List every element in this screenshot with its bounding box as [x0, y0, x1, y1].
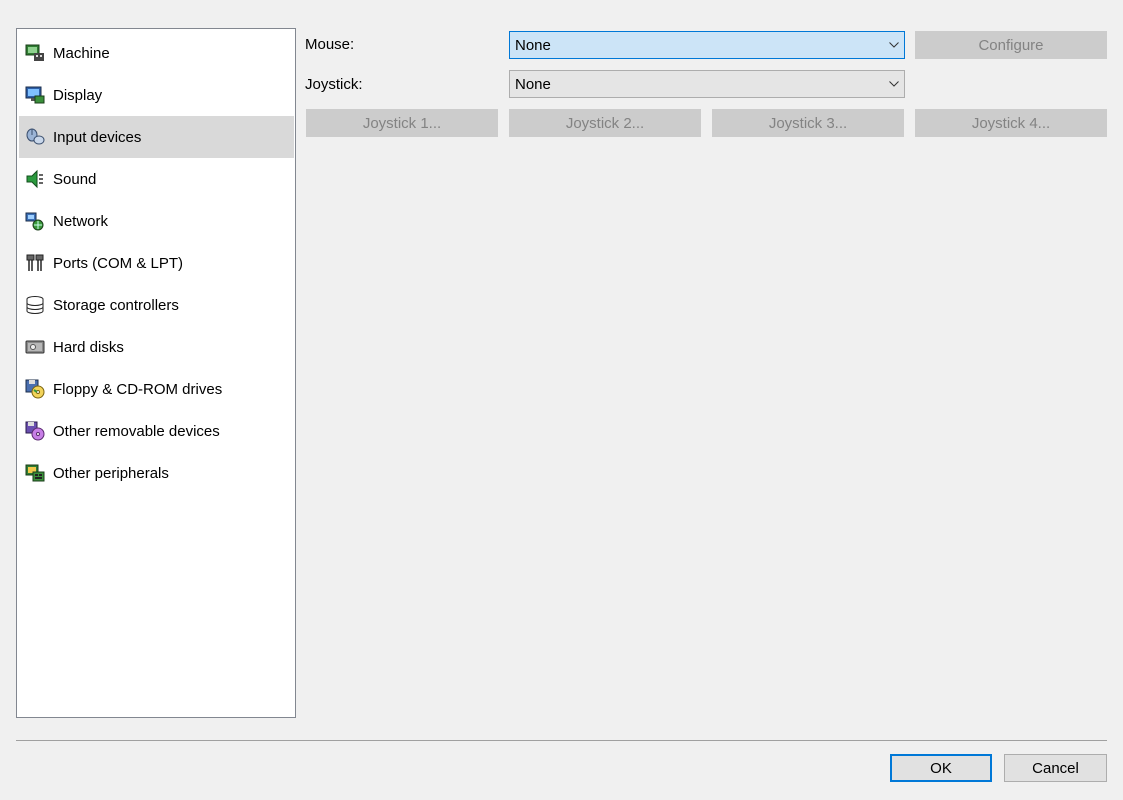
settings-category-list[interactable]: Machine Display Input devices Sound Netw… — [16, 28, 296, 718]
peripherals-icon — [25, 463, 45, 483]
joystick-select[interactable]: None — [509, 70, 905, 98]
footer-separator — [16, 740, 1107, 741]
machine-icon — [25, 43, 45, 63]
settings-dialog: Machine Display Input devices Sound Netw… — [0, 0, 1123, 800]
sidebar-item-label: Other removable devices — [53, 422, 220, 440]
joystick-2-button[interactable]: Joystick 2... — [509, 109, 701, 137]
joystick-1-button[interactable]: Joystick 1... — [306, 109, 498, 137]
joystick-4-button[interactable]: Joystick 4... — [915, 109, 1107, 137]
floppy-cdrom-icon — [25, 379, 45, 399]
sidebar-item-other-removable[interactable]: Other removable devices — [19, 410, 294, 452]
sidebar-item-label: Storage controllers — [53, 296, 179, 314]
sidebar-item-label: Floppy & CD-ROM drives — [53, 380, 223, 398]
sidebar-item-sound[interactable]: Sound — [19, 158, 294, 200]
sidebar-item-label: Display — [53, 86, 103, 104]
sidebar-item-label: Hard disks — [53, 338, 124, 356]
sidebar-item-label: Ports (COM & LPT) — [53, 254, 184, 272]
mouse-select[interactable]: None — [509, 31, 905, 59]
joystick-4-button-label: Joystick 4... — [971, 114, 1051, 132]
sidebar-item-input-devices[interactable]: Input devices — [19, 116, 294, 158]
sidebar-item-label: Input devices — [53, 128, 142, 146]
sidebar-item-label: Machine — [53, 44, 110, 62]
cancel-button[interactable]: Cancel — [1004, 754, 1107, 782]
ok-button-label: OK — [930, 759, 952, 777]
cancel-button-label: Cancel — [1032, 759, 1079, 777]
joystick-2-button-label: Joystick 2... — [565, 114, 645, 132]
sidebar-item-label: Network — [53, 212, 109, 230]
sidebar-item-label: Sound — [53, 170, 97, 188]
configure-mouse-button[interactable]: Configure — [915, 31, 1107, 59]
removable-devices-icon — [25, 421, 45, 441]
chevron-down-icon — [884, 71, 904, 97]
sidebar-item-ports[interactable]: Ports (COM & LPT) — [19, 242, 294, 284]
sidebar-item-storage-controllers[interactable]: Storage controllers — [19, 284, 294, 326]
ports-icon — [25, 253, 45, 273]
mouse-select-value: None — [515, 36, 551, 54]
sidebar-item-floppy-cdrom[interactable]: Floppy & CD-ROM drives — [19, 368, 294, 410]
mouse-label: Mouse: — [305, 36, 355, 53]
sidebar-item-label: Other peripherals — [53, 464, 169, 482]
joystick-label: Joystick: — [305, 76, 363, 93]
storage-controllers-icon — [25, 295, 45, 315]
input-devices-icon — [25, 127, 45, 147]
sidebar-item-network[interactable]: Network — [19, 200, 294, 242]
joystick-3-button[interactable]: Joystick 3... — [712, 109, 904, 137]
joystick-1-button-label: Joystick 1... — [362, 114, 442, 132]
chevron-down-icon — [884, 32, 904, 58]
ok-button[interactable]: OK — [890, 754, 992, 782]
configure-button-label: Configure — [978, 36, 1044, 54]
joystick-select-value: None — [515, 75, 551, 93]
hard-disk-icon — [25, 337, 45, 357]
network-icon — [25, 211, 45, 231]
display-icon — [25, 85, 45, 105]
sidebar-item-machine[interactable]: Machine — [19, 32, 294, 74]
sidebar-item-display[interactable]: Display — [19, 74, 294, 116]
sidebar-item-hard-disks[interactable]: Hard disks — [19, 326, 294, 368]
sound-icon — [25, 169, 45, 189]
sidebar-item-other-peripherals[interactable]: Other peripherals — [19, 452, 294, 494]
joystick-3-button-label: Joystick 3... — [768, 114, 848, 132]
